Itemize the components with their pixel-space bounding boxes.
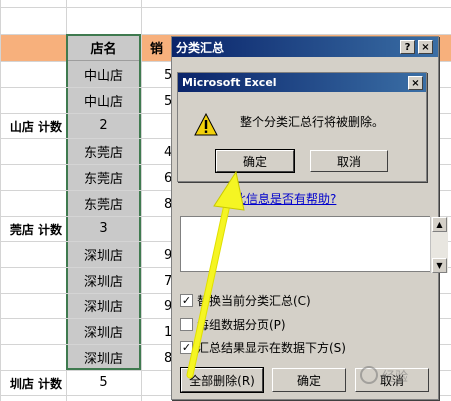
confirm-message-box: Microsoft Excel × 整个分类汇总行将被删除。 确定 取消 [177,72,427,182]
sales-cell[interactable]: 8 [142,191,172,217]
subtotal-label[interactable] [0,242,66,268]
store-cell[interactable]: 中山店 [68,88,139,114]
store-cell[interactable]: 深圳店 [68,319,139,345]
store-cell[interactable]: 5 [68,370,139,396]
subtotal-label[interactable] [0,88,66,114]
sales-cell[interactable]: 10 [142,319,172,345]
store-cell[interactable]: 3 [68,216,139,242]
store-name-header[interactable]: 店名 [68,35,139,61]
subtotal-label[interactable]: 莞店 计数 [0,216,66,242]
help-feedback-link[interactable]: 此信息是否有帮助? [234,190,336,207]
subtotal-label[interactable] [0,191,66,217]
help-button[interactable]: ? [400,40,415,54]
subtotal-label[interactable] [0,62,66,88]
close-button[interactable]: × [418,40,433,54]
scroll-down-icon[interactable]: ▼ [432,258,447,273]
subtotal-label[interactable] [0,268,66,294]
message-close-button[interactable]: × [408,76,423,90]
subtotal-label[interactable] [0,319,66,345]
sales-cell[interactable]: 8 [142,345,172,371]
checkbox-checked-icon[interactable]: ✓ [180,294,193,307]
watermark: 经验 [360,360,450,390]
store-cell[interactable]: 东莞店 [68,191,139,217]
message-box-title: Microsoft Excel [178,73,426,92]
sales-cell[interactable]: 9 [142,242,172,268]
watermark-logo-icon [360,366,378,384]
store-cell[interactable]: 中山店 [68,62,139,88]
checkbox-checked-icon[interactable]: ✓ [180,341,193,354]
sales-cell[interactable] [142,216,172,242]
list-scrollbar[interactable]: ▲ ▼ [430,217,448,273]
summary-below-option[interactable]: ✓ 汇总结果显示在数据下方(S) [180,339,346,356]
message-text: 整个分类汇总行将被删除。 [240,115,385,129]
sales-cell[interactable]: 9 [142,293,172,319]
sales-cell[interactable] [142,370,172,396]
sales-cell[interactable]: 5 [142,62,172,88]
store-cell[interactable]: 2 [68,113,139,139]
confirm-ok-button[interactable]: 确定 [215,149,295,173]
sales-cell[interactable] [142,113,172,139]
sales-cell[interactable]: 5 [142,88,172,114]
store-cell[interactable]: 深圳店 [68,268,139,294]
subtotal-dialog-title: 分类汇总 [172,37,438,57]
subtotal-label[interactable] [0,139,66,165]
checkbox-icon[interactable] [180,318,193,331]
store-cell[interactable]: 深圳店 [68,242,139,268]
store-cell[interactable]: 东莞店 [68,165,139,191]
sales-cell[interactable]: 7 [142,268,172,294]
subtotal-label[interactable] [0,345,66,371]
subtotal-label[interactable]: 圳店 计数 [0,370,66,396]
grid-line [0,7,451,8]
store-cell[interactable]: 东莞店 [68,139,139,165]
sales-cell[interactable]: 4 [142,139,172,165]
subtotal-label[interactable] [0,293,66,319]
store-cell[interactable]: 深圳店 [68,345,139,371]
page-break-option[interactable]: 每组数据分页(P) [180,316,286,333]
warning-icon [194,113,218,136]
scroll-up-icon[interactable]: ▲ [432,217,447,232]
remove-all-button[interactable]: 全部删除(R) [180,367,264,393]
confirm-cancel-button[interactable]: 取消 [310,150,388,172]
replace-subtotals-option[interactable]: ✓ 替换当前分类汇总(C) [180,292,311,309]
store-cell[interactable]: 深圳店 [68,293,139,319]
ok-button[interactable]: 确定 [272,368,346,392]
subtotal-label[interactable]: 山店 计数 [0,113,66,139]
subtotal-label[interactable] [0,165,66,191]
subtotal-field-list[interactable]: ▲ ▼ [180,216,448,273]
sales-cell[interactable]: 6 [142,165,172,191]
